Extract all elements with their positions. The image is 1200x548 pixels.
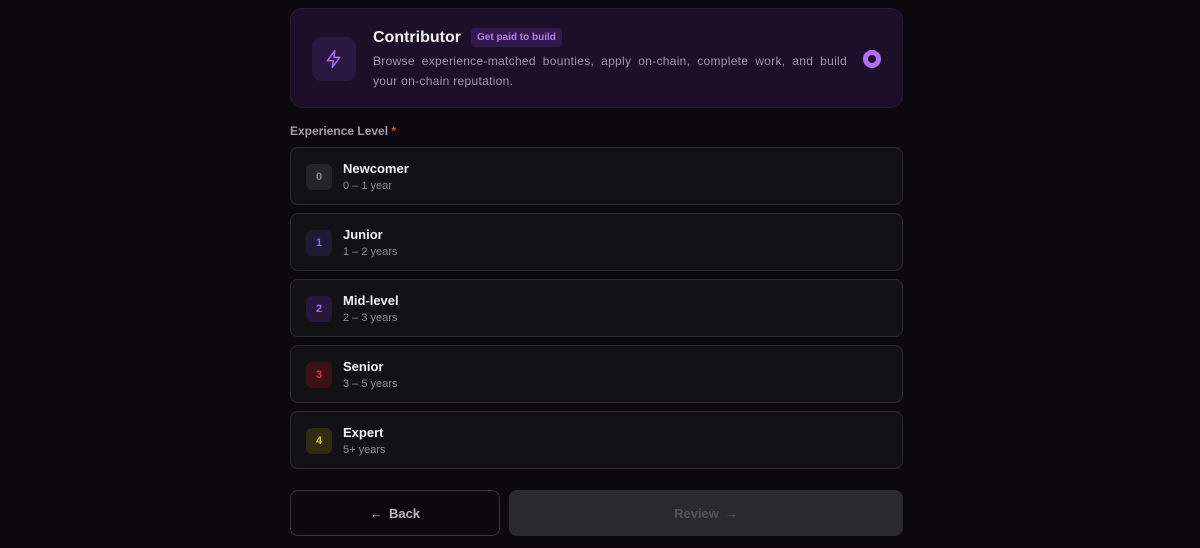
level-title: Senior <box>343 359 384 374</box>
experience-level-label: Experience Level * <box>290 123 396 139</box>
role-title: Contributor <box>373 29 461 46</box>
level-years: 5+ years <box>343 444 386 456</box>
back-button[interactable]: ← Back <box>290 490 500 536</box>
level-years: 3 – 5 years <box>343 378 398 390</box>
level-number-badge: 1 <box>306 230 332 256</box>
level-title: Mid-level <box>343 293 399 308</box>
review-button-label: Review <box>674 505 719 521</box>
arrow-right-icon: → <box>724 505 738 521</box>
level-option-expert[interactable]: 4 Expert 5+ years <box>290 411 903 469</box>
level-years: 2 – 3 years <box>343 312 398 324</box>
back-button-label: Back <box>388 505 421 521</box>
level-option-senior[interactable]: 3 Senior 3 – 5 years <box>290 345 903 403</box>
level-number-badge: 3 <box>306 362 332 388</box>
review-button[interactable]: Review → <box>509 490 903 536</box>
arrow-left-icon: ← <box>369 505 383 521</box>
level-option-mid-level[interactable]: 2 Mid-level 2 – 3 years <box>290 279 903 337</box>
level-title: Newcomer <box>343 161 409 176</box>
level-years: 0 – 1 year <box>343 180 392 192</box>
role-radio-selected[interactable] <box>863 50 881 68</box>
level-years: 1 – 2 years <box>343 246 398 258</box>
level-number-badge: 4 <box>306 428 332 454</box>
level-title: Junior <box>343 227 383 242</box>
role-card-contributor[interactable]: Contributor Get paid to build Browse exp… <box>290 8 903 108</box>
role-badge: Get paid to build <box>471 28 562 47</box>
level-option-newcomer[interactable]: 0 Newcomer 0 – 1 year <box>290 147 903 205</box>
level-option-junior[interactable]: 1 Junior 1 – 2 years <box>290 213 903 271</box>
experience-level-list: 0 Newcomer 0 – 1 year 1 Junior 1 – 2 yea… <box>290 147 903 477</box>
role-description: Browse experience-matched bounties, appl… <box>373 54 847 88</box>
level-title: Expert <box>343 425 384 440</box>
level-number-badge: 0 <box>306 164 332 190</box>
required-mark: * <box>391 124 397 138</box>
experience-level-label-text: Experience Level <box>290 124 389 138</box>
lightning-icon <box>312 37 356 81</box>
level-number-badge: 2 <box>306 296 332 322</box>
